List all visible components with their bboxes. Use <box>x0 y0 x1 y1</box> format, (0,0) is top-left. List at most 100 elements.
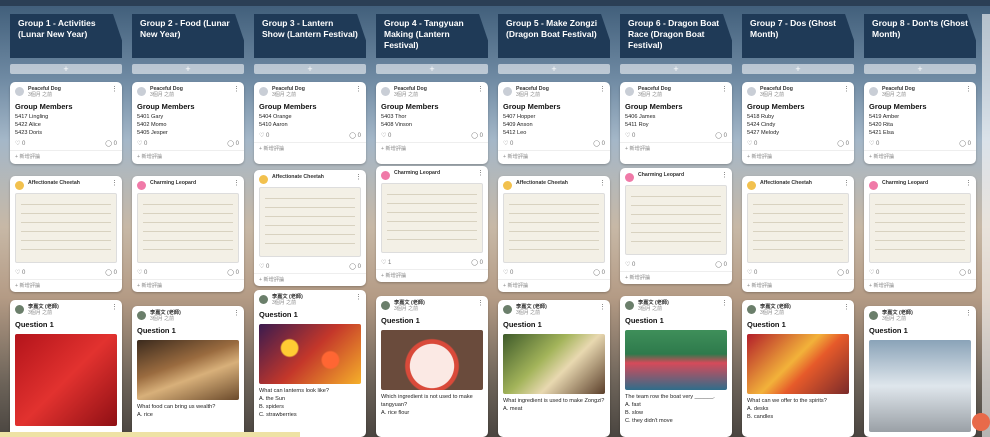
like-count[interactable]: ♡ 0 <box>15 269 25 276</box>
like-count[interactable]: ♡ 0 <box>15 140 25 147</box>
like-count[interactable]: ♡ 0 <box>503 140 513 147</box>
worksheet-card[interactable]: Affectionate Cheetah ⋮ ♡ 0 ◯ 0 + 新增評論 <box>742 176 854 292</box>
worksheet-card[interactable]: Affectionate Cheetah ⋮ ♡ 0 ◯ 0 + 新增評論 <box>498 176 610 292</box>
members-card[interactable]: Peaceful Dog 3個月 之前 ⋮ Group Members 5419 Amb… <box>864 82 976 164</box>
more-options-icon[interactable]: ⋮ <box>233 179 240 187</box>
add-post-button[interactable]: + <box>498 64 610 74</box>
members-card[interactable]: Peaceful Dog 3個月 之前 ⋮ Group Members 5404 Ora… <box>254 82 366 164</box>
worksheet-photo[interactable] <box>625 185 727 255</box>
question-card[interactable]: 李嘉文 (老師) 3個月 之前 ⋮ Question 1 <box>10 300 122 437</box>
column-header[interactable]: Group 5 - Make Zongzi (Dragon Boat Festi… <box>498 14 610 58</box>
worksheet-photo[interactable] <box>259 187 361 257</box>
worksheet-photo[interactable] <box>869 193 971 263</box>
comment-count[interactable]: ◯ 0 <box>227 269 239 276</box>
add-comment-link[interactable]: + 新增評論 <box>254 273 366 286</box>
worksheet-photo[interactable] <box>15 193 117 263</box>
more-options-icon[interactable]: ⋮ <box>721 171 728 179</box>
like-count[interactable]: ♡ 1 <box>381 259 391 266</box>
more-options-icon[interactable]: ⋮ <box>721 299 728 307</box>
add-comment-link[interactable]: + 新增評論 <box>10 150 122 163</box>
question-photo[interactable] <box>869 340 971 432</box>
members-card[interactable]: Peaceful Dog 3個月 之前 ⋮ Group Members 5417 Lin… <box>10 82 122 164</box>
add-comment-link[interactable]: + 新增評論 <box>10 279 122 292</box>
add-comment-link[interactable]: + 新增評論 <box>376 142 488 155</box>
more-options-icon[interactable]: ⋮ <box>965 309 972 317</box>
column-header[interactable]: Group 2 - Food (Lunar New Year) <box>132 14 244 58</box>
comment-count[interactable]: ◯ 0 <box>837 140 849 147</box>
like-count[interactable]: ♡ 0 <box>137 269 147 276</box>
like-count[interactable]: ♡ 0 <box>137 140 147 147</box>
comment-count[interactable]: ◯ 0 <box>105 140 117 147</box>
comment-count[interactable]: ◯ 0 <box>715 261 727 268</box>
column-header[interactable]: Group 1 - Activities (Lunar New Year) <box>10 14 122 58</box>
question-card[interactable]: 李嘉文 (老師) 3個月 之前 ⋮ Question 1 What ingredient… <box>498 300 610 437</box>
comment-count[interactable]: ◯ 0 <box>593 269 605 276</box>
like-count[interactable]: ♡ 0 <box>625 261 635 268</box>
question-photo[interactable] <box>381 330 483 390</box>
add-comment-link[interactable]: + 新增評論 <box>498 279 610 292</box>
worksheet-card[interactable]: Charming Leopard ⋮ ♡ 1 ◯ 0 + 新增評論 <box>376 166 488 282</box>
add-post-button[interactable]: + <box>742 64 854 74</box>
add-comment-link[interactable]: + 新增評論 <box>742 150 854 163</box>
question-card[interactable]: 李嘉文 (老師) 3個月 之前 ⋮ Question 1 What food can b… <box>132 306 244 437</box>
more-options-icon[interactable]: ⋮ <box>721 85 728 93</box>
column-header[interactable]: Group 7 - Dos (Ghost Month) <box>742 14 854 58</box>
worksheet-card[interactable]: Charming Leopard ⋮ ♡ 0 ◯ 0 + 新增評論 <box>620 168 732 284</box>
more-options-icon[interactable]: ⋮ <box>843 303 850 311</box>
question-card[interactable]: 李嘉文 (老師) 3個月 之前 ⋮ Question 1 What can lanter… <box>254 290 366 437</box>
add-post-button[interactable]: + <box>620 64 732 74</box>
members-card[interactable]: Peaceful Dog 3個月 之前 ⋮ Group Members 5403 Tho… <box>376 82 488 164</box>
members-card[interactable]: Peaceful Dog 3個月 之前 ⋮ Group Members 5401 Gar… <box>132 82 244 164</box>
more-options-icon[interactable]: ⋮ <box>477 169 484 177</box>
more-options-icon[interactable]: ⋮ <box>477 85 484 93</box>
comment-count[interactable]: ◯ 0 <box>959 140 971 147</box>
column-header[interactable]: Group 8 - Don'ts (Ghost Month) <box>864 14 976 58</box>
add-comment-link[interactable]: + 新增評論 <box>376 269 488 282</box>
question-photo[interactable] <box>259 324 361 384</box>
add-comment-link[interactable]: + 新增評論 <box>132 279 244 292</box>
worksheet-photo[interactable] <box>381 183 483 253</box>
question-card[interactable]: 李嘉文 (老師) 3個月 之前 ⋮ Question 1 Which ingredien… <box>376 296 488 437</box>
column-header[interactable]: Group 6 - Dragon Boat Race (Dragon Boat … <box>620 14 732 58</box>
like-count[interactable]: ♡ 0 <box>503 269 513 276</box>
comment-count[interactable]: ◯ 0 <box>471 132 483 139</box>
comment-count[interactable]: ◯ 0 <box>715 132 727 139</box>
more-options-icon[interactable]: ⋮ <box>843 85 850 93</box>
comment-count[interactable]: ◯ 0 <box>593 140 605 147</box>
question-photo[interactable] <box>15 334 117 426</box>
worksheet-card[interactable]: Affectionate Cheetah ⋮ ♡ 0 ◯ 0 + 新增評論 <box>10 176 122 292</box>
more-options-icon[interactable]: ⋮ <box>111 303 118 311</box>
question-photo[interactable] <box>503 334 605 394</box>
comment-count[interactable]: ◯ 0 <box>349 132 361 139</box>
more-options-icon[interactable]: ⋮ <box>355 85 362 93</box>
worksheet-photo[interactable] <box>747 193 849 263</box>
like-count[interactable]: ♡ 0 <box>625 132 635 139</box>
add-comment-link[interactable]: + 新增評論 <box>254 142 366 155</box>
comment-count[interactable]: ◯ 0 <box>227 140 239 147</box>
comment-count[interactable]: ◯ 0 <box>471 259 483 266</box>
column-header[interactable]: Group 4 - Tangyuan Making (Lantern Festi… <box>376 14 488 58</box>
more-options-icon[interactable]: ⋮ <box>965 85 972 93</box>
add-post-button[interactable]: + <box>132 64 244 74</box>
add-post-fab[interactable] <box>972 413 990 431</box>
more-options-icon[interactable]: ⋮ <box>477 299 484 307</box>
worksheet-card[interactable]: Charming Leopard ⋮ ♡ 0 ◯ 0 + 新增評論 <box>132 176 244 292</box>
members-card[interactable]: Peaceful Dog 3個月 之前 ⋮ Group Members 5418 Rub… <box>742 82 854 164</box>
add-comment-link[interactable]: + 新增評論 <box>620 142 732 155</box>
more-options-icon[interactable]: ⋮ <box>233 85 240 93</box>
comment-count[interactable]: ◯ 0 <box>959 269 971 276</box>
comment-count[interactable]: ◯ 0 <box>349 263 361 270</box>
like-count[interactable]: ♡ 0 <box>747 269 757 276</box>
more-options-icon[interactable]: ⋮ <box>355 293 362 301</box>
add-comment-link[interactable]: + 新增評論 <box>498 150 610 163</box>
question-photo[interactable] <box>625 330 727 390</box>
column-header[interactable]: Group 3 - Lantern Show (Lantern Festival… <box>254 14 366 58</box>
add-post-button[interactable]: + <box>254 64 366 74</box>
add-post-button[interactable]: + <box>10 64 122 74</box>
question-card[interactable]: 李嘉文 (老師) 3個月 之前 ⋮ Question 1 The team row th… <box>620 296 732 437</box>
more-options-icon[interactable]: ⋮ <box>599 303 606 311</box>
more-options-icon[interactable]: ⋮ <box>111 179 118 187</box>
members-card[interactable]: Peaceful Dog 3個月 之前 ⋮ Group Members 5407 Hop… <box>498 82 610 164</box>
like-count[interactable]: ♡ 0 <box>381 132 391 139</box>
worksheet-photo[interactable] <box>137 193 239 263</box>
